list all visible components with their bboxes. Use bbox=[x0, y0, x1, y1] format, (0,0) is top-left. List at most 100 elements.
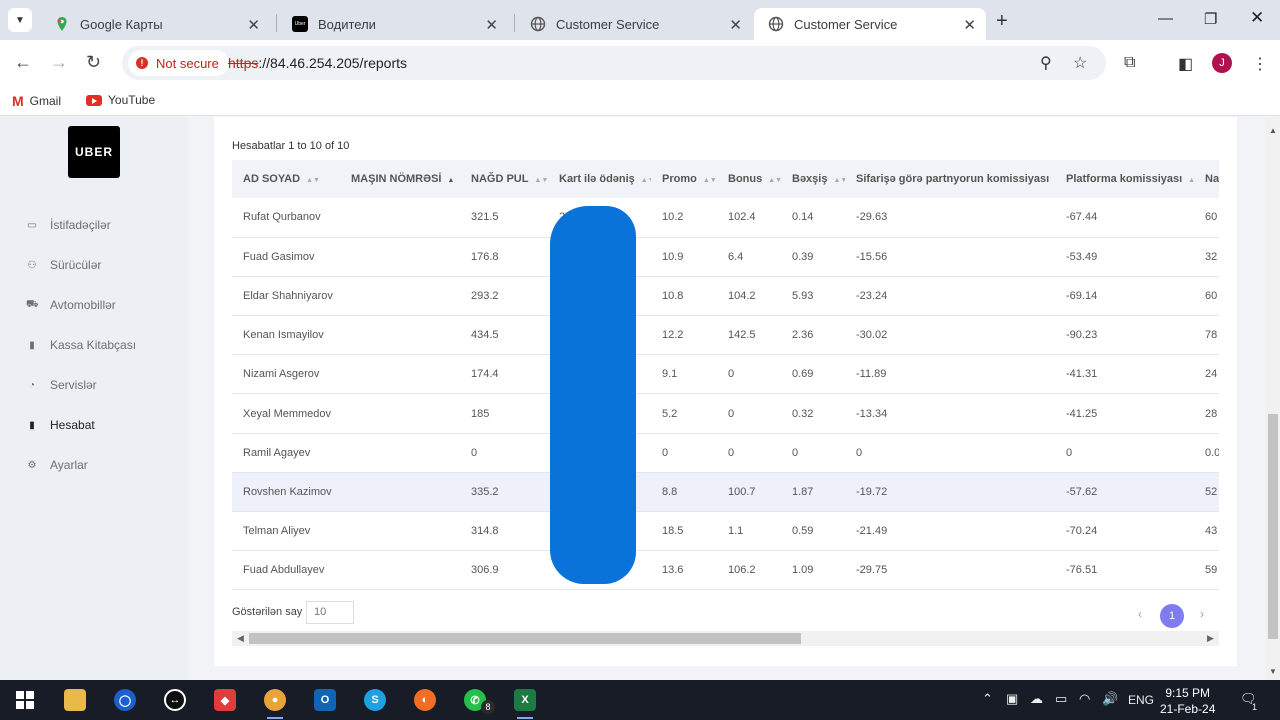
excel-icon[interactable]: X bbox=[514, 689, 536, 719]
sidebar-item-settings[interactable]: ⚙ Ayarlar bbox=[26, 455, 88, 475]
outlook-icon[interactable]: O bbox=[314, 689, 336, 711]
column-header[interactable]: Sifarişə görə partnyorun komissiyası▲▼ bbox=[845, 160, 1055, 198]
battery-icon[interactable]: ▭ bbox=[1055, 691, 1067, 707]
horizontal-scrollbar[interactable]: ◀ ▶ bbox=[232, 631, 1219, 646]
prev-page-icon[interactable]: ‹ bbox=[1138, 607, 1142, 621]
windows-start-icon[interactable] bbox=[14, 689, 36, 711]
tab-search-button[interactable]: ▼ bbox=[8, 8, 32, 32]
table-row[interactable]: Fuad Abdullayev306.9271.213.6106.21.09-2… bbox=[232, 551, 1219, 590]
next-page-icon[interactable]: › bbox=[1200, 607, 1204, 621]
bookmark-gmail[interactable]: M Gmail bbox=[12, 93, 61, 109]
table-cell-partner: -30.02 bbox=[856, 329, 888, 342]
teams-tray-icon[interactable]: ▣ bbox=[1006, 691, 1018, 707]
file-explorer-icon[interactable] bbox=[64, 689, 86, 711]
system-clock[interactable]: 9:15 PM 21-Feb-24 bbox=[1160, 685, 1215, 717]
close-tab-icon[interactable]: ✕ bbox=[729, 16, 742, 34]
sidebar-item-report[interactable]: ▮ Hesabat bbox=[26, 415, 94, 435]
back-icon[interactable]: ← bbox=[14, 52, 32, 73]
sidebar-item-cashbook[interactable]: ▮ Kassa Kitabçası bbox=[26, 335, 136, 355]
bookmarks-bar: M Gmail YouTube bbox=[0, 86, 1280, 116]
tab-divider bbox=[276, 14, 277, 32]
sidebar-item-users[interactable]: ▭ İstifadəçilər bbox=[26, 215, 110, 235]
table-row[interactable]: Fuad Gasimov176.820210.96.40.39-15.56-53… bbox=[232, 237, 1219, 277]
language-indicator[interactable]: ENG bbox=[1128, 693, 1154, 707]
table-row[interactable]: Telman Aliyev314.8193.318.51.10.59-21.49… bbox=[232, 512, 1219, 551]
table-row[interactable]: Ramil Agayev00.02000000.0 bbox=[232, 433, 1219, 473]
tab-google-maps[interactable]: Google Карты ✕ bbox=[40, 8, 270, 40]
chrome-icon[interactable]: ● bbox=[264, 689, 286, 719]
table-cell-bonus: 102.4 bbox=[728, 211, 756, 224]
side-panel-icon[interactable]: ◧ bbox=[1178, 54, 1193, 74]
column-header[interactable]: Na bbox=[1194, 160, 1219, 198]
table-row[interactable]: Rufat Qurbanov321.5268.810.2102.40.14-29… bbox=[232, 198, 1219, 238]
column-header[interactable]: Kart ilə ödəniş▲▼ bbox=[548, 160, 651, 198]
table-row[interactable]: Kenan Ismayilov434.5313.112.2142.52.36-3… bbox=[232, 316, 1219, 355]
table-row[interactable]: Eldar Shahniyarov293.2280.310.8104.25.93… bbox=[232, 276, 1219, 316]
tab-customer-service-2[interactable]: Customer Service ✕ bbox=[754, 8, 986, 40]
firefox-icon[interactable]: ◐ bbox=[414, 689, 436, 711]
sort-icon: ▲▼ bbox=[306, 177, 320, 184]
table-row[interactable]: Rovshen Kazimov335.2157.78.8100.71.87-19… bbox=[232, 472, 1219, 512]
scrollbar-thumb[interactable] bbox=[249, 633, 801, 644]
restore-icon[interactable]: ❐ bbox=[1204, 10, 1217, 28]
scroll-left-icon[interactable]: ◀ bbox=[237, 633, 244, 644]
show-hidden-icons-icon[interactable]: ⌃ bbox=[982, 691, 993, 707]
security-chip[interactable]: ! Not secure bbox=[128, 50, 229, 76]
tab-customer-service-1[interactable]: Customer Service ✕ bbox=[516, 8, 752, 40]
table-cell-next: 28 bbox=[1205, 407, 1218, 420]
table-cell-platform: -41.25 bbox=[1066, 407, 1098, 420]
bookmark-star-icon[interactable]: ☆ bbox=[1073, 53, 1087, 73]
skype-icon[interactable]: S bbox=[364, 689, 386, 711]
table-row[interactable]: Nizami Asgerov174.4118.79.100.69-11.89-4… bbox=[232, 355, 1219, 394]
column-header[interactable]: Platforma komissiyası▲▼ bbox=[1055, 160, 1194, 198]
column-header[interactable]: AD SOYAD ▲▼ bbox=[232, 160, 340, 198]
table-cell-cash: 434.5 bbox=[471, 329, 499, 342]
menu-kebab-icon[interactable]: ⋮ bbox=[1252, 54, 1268, 74]
bookmark-label: Gmail bbox=[29, 94, 62, 108]
onedrive-icon[interactable]: ☁ bbox=[1030, 691, 1043, 707]
bookmark-youtube[interactable]: YouTube bbox=[86, 93, 155, 107]
scroll-right-icon[interactable]: ▶ bbox=[1207, 633, 1214, 644]
page-size-select[interactable]: 10 bbox=[306, 601, 354, 624]
new-tab-icon[interactable]: + bbox=[996, 10, 1008, 33]
volume-icon[interactable]: 🔊 bbox=[1102, 691, 1118, 707]
url-path: ://84.46.254.205/reports bbox=[258, 55, 408, 71]
column-header[interactable]: Promo ▲▼ bbox=[651, 160, 717, 198]
close-tab-icon[interactable]: ✕ bbox=[485, 16, 498, 34]
sidebar-item-drivers[interactable]: ⚇ Sürücülər bbox=[26, 255, 102, 275]
column-header[interactable]: Bonus ▲▼ bbox=[717, 160, 781, 198]
close-tab-icon[interactable]: ✕ bbox=[963, 16, 976, 34]
page-number-button[interactable]: 1 bbox=[1160, 604, 1184, 628]
profile-avatar[interactable]: J bbox=[1212, 53, 1232, 73]
zoom-search-icon[interactable]: ⚲ bbox=[1040, 53, 1052, 73]
sidebar-item-cars[interactable]: ⛟ Avtomobillər bbox=[26, 295, 116, 315]
uber-logo[interactable]: UBER bbox=[68, 126, 120, 178]
forward-icon[interactable]: → bbox=[50, 52, 68, 73]
column-header[interactable]: Bəxşiş ▲▼ bbox=[781, 160, 845, 198]
reload-icon[interactable]: ↻ bbox=[86, 52, 101, 73]
anydesk-icon[interactable]: ◆ bbox=[214, 689, 236, 711]
tab-drivers[interactable]: Uber Водители ✕ bbox=[278, 8, 508, 40]
sidebar-item-services[interactable]: ◔ Servislər bbox=[26, 375, 97, 395]
table-cell-partner: -29.63 bbox=[856, 211, 888, 224]
wifi-icon[interactable]: ◠ bbox=[1079, 691, 1090, 707]
app-blue-ring-icon[interactable]: ◯ bbox=[114, 689, 136, 711]
address-bar[interactable]: ! Not secure https://84.46.254.205/repor… bbox=[122, 46, 1106, 80]
table-cell-promo: 18.5 bbox=[662, 525, 684, 538]
close-tab-icon[interactable]: ✕ bbox=[247, 16, 260, 34]
table-cell-tip: 0.14 bbox=[792, 211, 814, 224]
warning-icon: ! bbox=[136, 57, 148, 69]
scroll-up-icon[interactable]: ▲ bbox=[1269, 126, 1277, 135]
vertical-scrollbar[interactable]: ▲ ▼ bbox=[1266, 117, 1280, 680]
scrollbar-thumb[interactable] bbox=[1268, 414, 1278, 639]
table-row[interactable]: Xeyal Memmedov185150.25.200.32-13.34-41.… bbox=[232, 394, 1219, 434]
scroll-down-icon[interactable]: ▼ bbox=[1269, 667, 1277, 676]
window-close-icon[interactable]: ✕ bbox=[1250, 8, 1264, 28]
table-cell-name: Telman Aliyev bbox=[243, 525, 311, 538]
column-header[interactable]: MAŞIN NÖMRƏSİ ▲ bbox=[340, 160, 460, 198]
teamviewer-icon[interactable]: ↔ bbox=[164, 689, 186, 711]
minimize-icon[interactable]: — bbox=[1158, 10, 1173, 27]
column-header[interactable]: NAĞD PUL ▲▼ bbox=[460, 160, 548, 198]
table-cell-next: 60 bbox=[1205, 289, 1218, 302]
extensions-icon[interactable]: ⧉ bbox=[1124, 54, 1135, 72]
